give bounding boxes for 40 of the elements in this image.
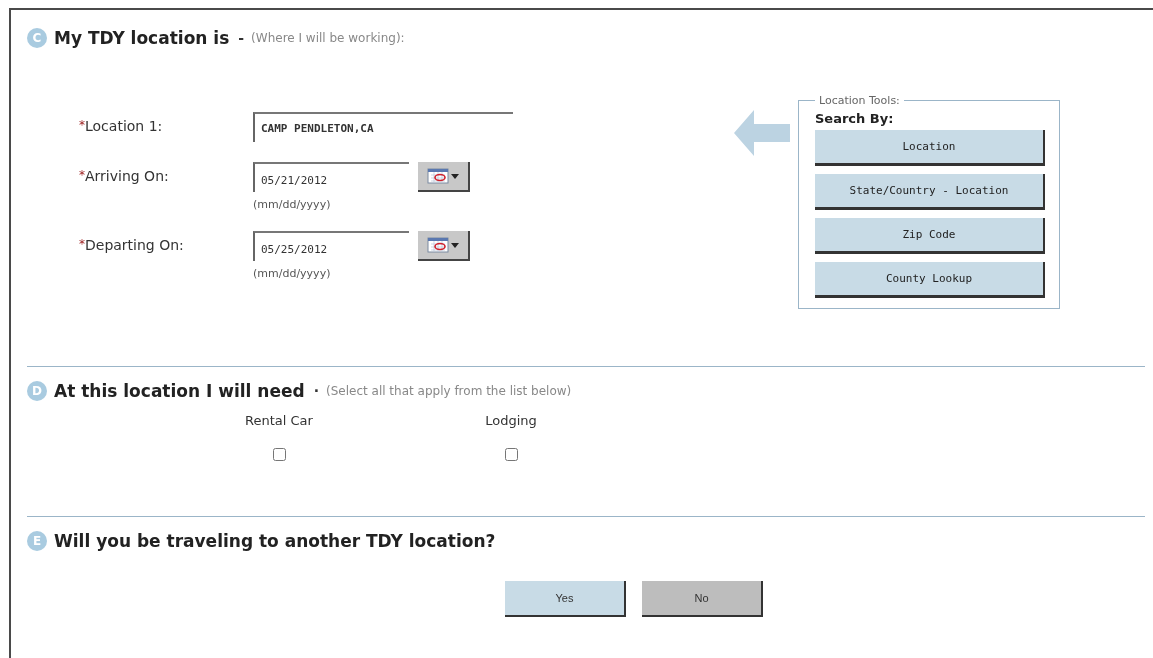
required-mark: *	[79, 168, 85, 182]
calendar-icon	[427, 237, 449, 253]
calendar-button[interactable]	[418, 231, 470, 261]
field-label: Departing On:	[85, 237, 184, 253]
search-by-label: Search By:	[815, 111, 895, 126]
field-label: Location 1:	[85, 118, 163, 134]
search-button[interactable]: State/Country - Location	[815, 174, 1045, 210]
input-field[interactable]: CAMP PENDLETON,CA	[253, 112, 513, 142]
section-note: (Select all that apply from the list below)	[326, 384, 572, 398]
arrow-icon	[734, 110, 790, 156]
separator-mark: -	[238, 30, 245, 46]
step-badge: D	[27, 381, 47, 401]
section-title: Will you be traveling to another TDY location?	[54, 531, 496, 551]
checkbox[interactable]	[504, 448, 518, 461]
panel-legend: Location Tools:	[815, 94, 904, 107]
field-label: Arriving On:	[85, 168, 169, 184]
format-hint: (mm/dd/yyyy)	[253, 267, 332, 280]
separator-mark: ·	[313, 383, 319, 399]
option-label: Lodging	[485, 413, 537, 428]
caret-icon	[451, 173, 459, 179]
checkbox[interactable]	[272, 448, 286, 461]
caret-icon	[451, 242, 459, 248]
search-button[interactable]: Location	[815, 130, 1045, 166]
answer-button[interactable]: Yes	[505, 581, 626, 617]
search-button[interactable]: County Lookup	[815, 262, 1045, 298]
required-mark: *	[79, 237, 85, 251]
calendar-button[interactable]	[418, 162, 470, 192]
step-badge: E	[27, 531, 47, 551]
section-note: (Where I will be working):	[251, 31, 405, 45]
date-field[interactable]: 05/21/2012	[253, 162, 409, 192]
section-title: At this location I will need	[54, 381, 305, 401]
required-mark: *	[79, 118, 85, 132]
step-badge: C	[27, 28, 47, 48]
search-button[interactable]: Zip Code	[815, 218, 1045, 254]
answer-button[interactable]: No	[642, 581, 763, 617]
option-label: Rental Car	[245, 413, 313, 428]
section-title: My TDY location is	[54, 28, 230, 48]
calendar-icon	[427, 168, 449, 184]
date-field[interactable]: 05/25/2012	[253, 231, 409, 261]
format-hint: (mm/dd/yyyy)	[253, 198, 332, 211]
